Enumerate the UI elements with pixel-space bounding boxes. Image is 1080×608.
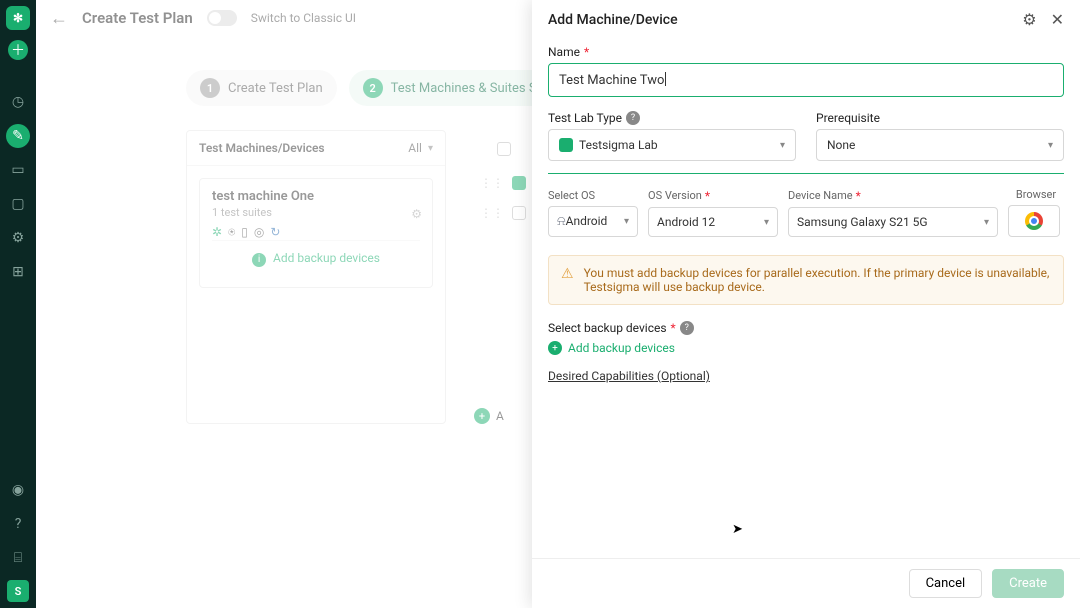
add-icon[interactable]: ＋ — [8, 40, 28, 60]
required-asterisk: * — [705, 189, 710, 203]
chevron-down-icon: ▾ — [624, 216, 629, 227]
backup-devices-label: Select backup devices — [548, 321, 667, 335]
help-icon[interactable]: ? — [626, 111, 640, 125]
gear-icon[interactable]: ⚙ — [1022, 10, 1036, 29]
lab-value: Testsigma Lab — [579, 138, 658, 152]
os-version-label: OS Version — [648, 189, 702, 203]
os-value: Android — [566, 214, 608, 228]
close-icon[interactable]: ✕ — [1051, 10, 1064, 29]
name-label: Name — [548, 45, 580, 59]
lab-type-label: Test Lab Type — [548, 111, 622, 125]
os-label: Select OS — [548, 189, 595, 202]
backup-warning: ⚠ You must add backup devices for parall… — [548, 255, 1064, 305]
chrome-icon — [1025, 212, 1043, 230]
name-value: Test Machine Two — [559, 73, 664, 88]
os-version-value: Android 12 — [657, 215, 715, 229]
chevron-down-icon: ▾ — [984, 217, 989, 228]
help-icon[interactable]: ? — [680, 321, 694, 335]
browser-label: Browser — [1016, 188, 1056, 201]
prerequisite-select[interactable]: None ▾ — [816, 129, 1064, 161]
plus-icon: + — [548, 341, 562, 355]
android-icon: ⍾ — [557, 214, 566, 229]
desired-capabilities-link[interactable]: Desired Capabilities (Optional) — [548, 369, 1064, 383]
nav-monitor-icon[interactable]: ▢ — [6, 192, 30, 216]
os-version-select[interactable]: Android 12 ▾ — [648, 207, 778, 237]
divider — [548, 173, 1064, 174]
nav-help-icon[interactable]: ? — [6, 512, 30, 536]
nav-dashboard-icon[interactable]: ◷ — [6, 90, 30, 114]
device-select[interactable]: Samsung Galaxy S21 5G ▾ — [788, 207, 998, 237]
browser-select[interactable] — [1008, 205, 1060, 237]
drawer-title: Add Machine/Device — [548, 12, 678, 28]
user-avatar[interactable]: S — [7, 580, 29, 602]
chevron-down-icon: ▾ — [764, 217, 769, 228]
nav-edit-icon[interactable]: ✎ — [6, 124, 30, 148]
prerequisite-label: Prerequisite — [816, 111, 880, 125]
nav-settings-icon[interactable]: ⚙ — [6, 226, 30, 250]
device-name-label: Device Name — [788, 189, 853, 203]
required-asterisk: * — [584, 45, 589, 59]
lab-type-select[interactable]: Testsigma Lab ▾ — [548, 129, 796, 161]
nav-briefcase-icon[interactable]: ▭ — [6, 158, 30, 182]
required-asterisk: * — [856, 189, 861, 203]
nav-plugin-icon[interactable]: ⊞ — [6, 260, 30, 284]
name-input[interactable]: Test Machine Two — [548, 63, 1064, 97]
prerequisite-value: None — [827, 138, 855, 152]
required-asterisk: * — [671, 321, 676, 335]
warning-text: You must add backup devices for parallel… — [584, 266, 1051, 294]
warning-icon: ⚠ — [561, 266, 574, 294]
cancel-button[interactable]: Cancel — [909, 569, 983, 598]
nav-gift-icon[interactable]: ⌸ — [6, 546, 30, 570]
nav-record-icon[interactable]: ◉ — [6, 478, 30, 502]
os-select[interactable]: ⍾Android ▾ — [548, 206, 638, 237]
sidebar: ✻ ＋ ◷ ✎ ▭ ▢ ⚙ ⊞ ◉ ? ⌸ S — [0, 0, 36, 608]
chevron-down-icon: ▾ — [780, 140, 785, 151]
device-value: Samsung Galaxy S21 5G — [797, 215, 928, 229]
add-machine-drawer: Add Machine/Device ⚙ ✕ Name * Test Machi… — [532, 0, 1080, 608]
create-button[interactable]: Create — [992, 569, 1064, 598]
chevron-down-icon: ▾ — [1048, 140, 1053, 151]
add-backup-devices-link[interactable]: + Add backup devices — [548, 341, 1064, 355]
testsigma-icon — [559, 138, 573, 152]
app-logo[interactable]: ✻ — [6, 6, 30, 30]
add-backup-label: Add backup devices — [568, 341, 675, 355]
